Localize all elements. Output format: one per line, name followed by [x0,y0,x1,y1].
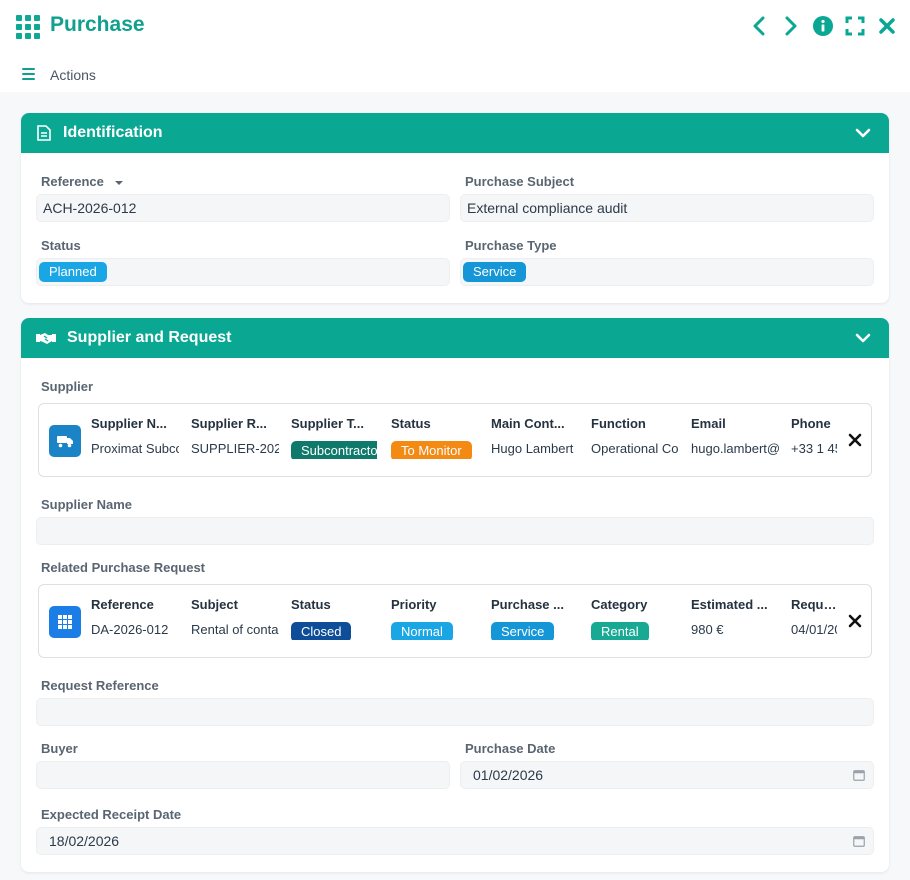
request-col-request-date: Request 04/01/2026 [791,597,837,637]
calendar-icon[interactable] [853,835,865,847]
remove-request-icon[interactable] [847,613,863,629]
purchase-type-field[interactable]: Service [460,258,874,286]
request-category-badge: Rental [591,622,649,640]
purchase-date-label: Purchase Date [465,741,556,756]
title-bar: Purchase [0,0,910,52]
supplier-card[interactable]: Supplier N... Proximat Subcontracting Su… [38,403,872,477]
purchase-type-label: Purchase Type [465,238,557,253]
request-col-status: Status Closed [291,597,379,640]
chevron-down-icon[interactable] [855,125,871,141]
request-reference-field[interactable] [36,698,874,726]
truck-icon [49,425,81,457]
caret-down-icon[interactable] [114,179,124,187]
supplier-col-name: Supplier N... Proximat Subcontracting [91,416,179,456]
window-controls [748,14,898,38]
identification-panel: Identification Reference ACH-2026-012 Pu… [21,113,889,303]
chevron-left-icon[interactable] [748,14,770,38]
actions-menu[interactable]: Actions [50,67,96,83]
receipt-date-label: Expected Receipt Date [41,807,182,822]
purchase-date-field[interactable]: 01/02/2026 [460,761,874,789]
close-icon[interactable] [876,14,898,38]
status-field[interactable]: Planned [36,258,450,286]
purchase-subject-label: Purchase Subject [465,174,575,189]
request-col-purchase-type: Purchase ... Service [491,597,579,640]
supplier-status-badge: To Monitor [391,441,472,459]
request-type-badge: Service [491,622,555,640]
hamburger-icon[interactable] [22,68,35,80]
request-col-priority: Priority Normal [391,597,479,640]
actions-bar [0,52,910,92]
request-col-estimated: Estimated ... 980 € [691,597,768,637]
supplier-name-label: Supplier Name [41,497,133,512]
supplier-request-title: Supplier and Request [67,329,232,346]
buyer-label: Buyer [41,741,78,756]
calendar-icon[interactable] [853,769,865,781]
purchase-type-badge: Service [463,262,527,282]
expand-icon[interactable] [844,14,866,38]
request-status-badge: Closed [291,622,352,640]
chevron-right-icon[interactable] [780,14,802,38]
purchase-date-value: 01/02/2026 [473,767,544,783]
supplier-col-reference: Supplier R... SUPPLIER-2026 [191,416,279,456]
supplier-name-field[interactable] [36,517,874,545]
supplier-col-function: Function Operational Coordinator [591,416,679,456]
handshake-icon [35,329,57,347]
supplier-request-header[interactable]: Supplier and Request [21,318,889,358]
grid-icon [16,15,40,39]
window-title: Purchase [50,13,145,36]
supplier-request-panel: Supplier and Request Supplier Supplier N… [21,318,889,872]
purchase-request-card[interactable]: Reference DA-2026-012 Subject Rental of … [38,584,872,658]
supplier-col-contact: Main Cont... Hugo Lambert [491,416,574,456]
supplier-label: Supplier [41,379,94,394]
status-badge: Planned [39,262,107,282]
supplier-type-badge: Subcontractor [291,441,377,459]
request-priority-badge: Normal [391,622,453,640]
remove-supplier-icon[interactable] [847,432,863,448]
related-request-label: Related Purchase Request [41,560,206,575]
request-reference-label: Request Reference [41,678,159,693]
grid-icon [49,606,81,638]
purchase-subject-field[interactable]: External compliance audit [460,194,874,222]
reference-label: Reference [41,174,124,189]
request-col-reference: Reference DA-2026-012 [91,597,169,637]
receipt-date-value: 18/02/2026 [49,833,120,849]
purchase-window: Purchase Actions Identification Referenc… [0,0,910,880]
identification-header[interactable]: Identification [21,113,889,153]
supplier-col-email: Email hugo.lambert@ [691,416,779,456]
receipt-date-field[interactable]: 18/02/2026 [36,827,874,855]
info-icon[interactable] [812,14,834,38]
identification-title: Identification [63,124,163,141]
reference-field[interactable]: ACH-2026-012 [36,194,450,222]
supplier-col-phone: Phone +33 1 45 [791,416,837,456]
buyer-field[interactable] [36,761,450,789]
request-col-category: Category Rental [591,597,679,640]
supplier-col-type: Supplier T... Subcontractor [291,416,377,459]
request-col-subject: Subject Rental of containers [191,597,279,637]
chevron-down-icon[interactable] [855,330,871,346]
supplier-col-status: Status To Monitor [391,416,479,459]
document-icon [35,124,53,142]
status-label: Status [41,238,81,253]
